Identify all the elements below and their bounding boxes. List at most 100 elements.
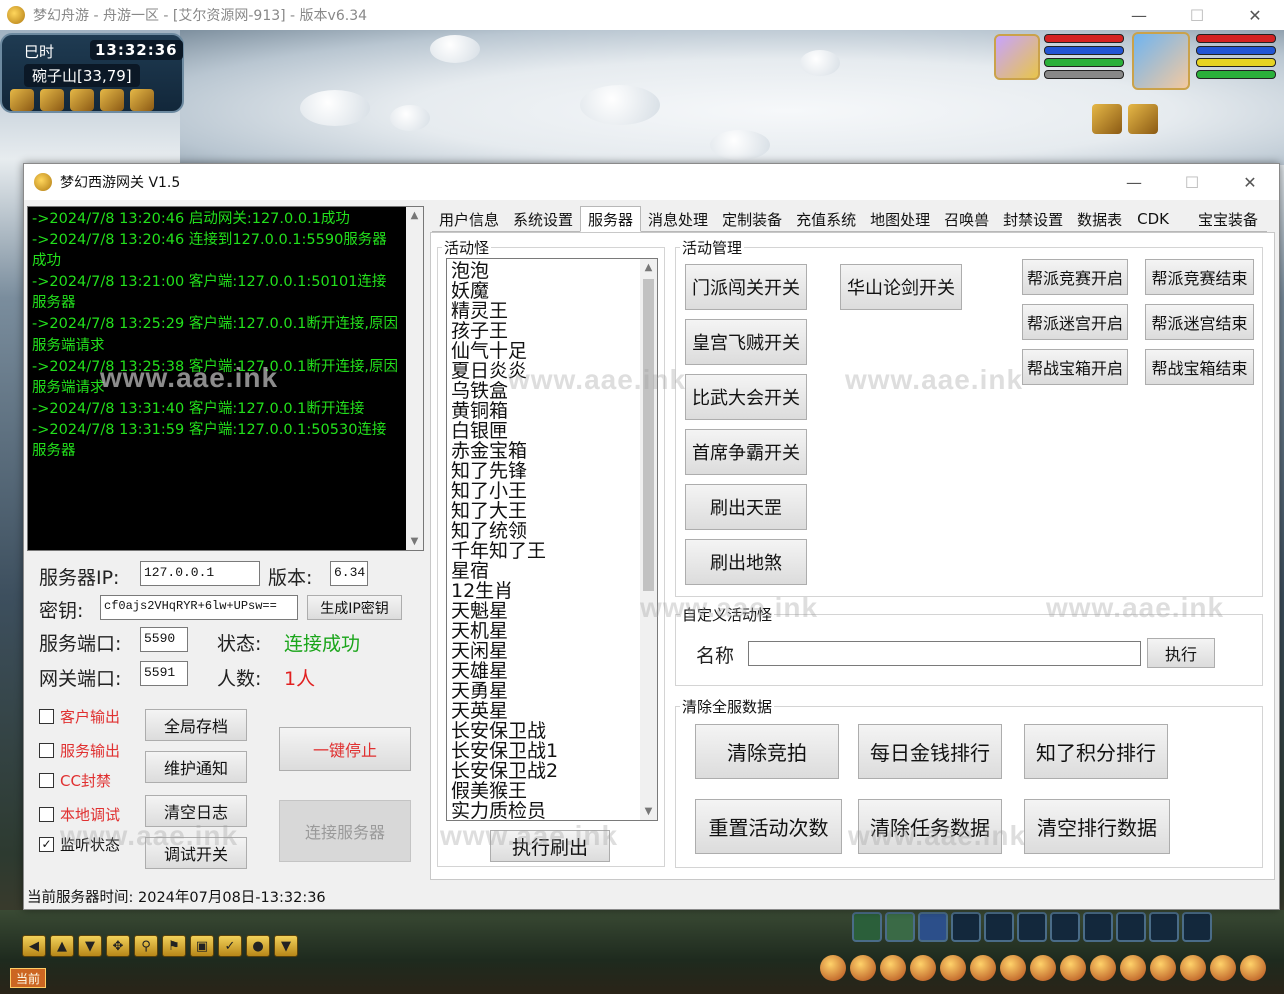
skill-slot[interactable]	[918, 912, 948, 942]
skill-slot[interactable]	[885, 912, 915, 942]
key-input[interactable]: cf0ajs2VHqRYR+6lw+UPsw==	[100, 595, 298, 620]
close-icon[interactable]: ✕	[1226, 0, 1284, 30]
item-icon[interactable]	[820, 955, 846, 981]
execute-refresh-button[interactable]: 执行刷出	[490, 830, 610, 862]
chat-channel[interactable]: 当前	[10, 968, 46, 988]
up-arrow-icon[interactable]: ▲	[50, 935, 74, 957]
minimize-icon[interactable]: —	[1105, 164, 1163, 200]
guild-maze-start-button[interactable]: 帮派迷宫开启	[1022, 304, 1128, 340]
skill-slot[interactable]	[1017, 912, 1047, 942]
list-item[interactable]: 妖魔	[451, 281, 558, 301]
item-icon[interactable]	[1120, 955, 1146, 981]
list-item[interactable]: 乌铁盒	[451, 381, 558, 401]
debug-toggle-button[interactable]: 调试开关	[145, 837, 247, 869]
tab-ban-settings[interactable]: 封禁设置	[996, 206, 1070, 232]
guild-race-end-button[interactable]: 帮派竞赛结束	[1145, 259, 1254, 295]
skill-slot[interactable]	[1083, 912, 1113, 942]
monster-listbox[interactable]: 泡泡 妖魔 精灵王 孩子王 仙气十足 夏日炎炎 乌铁盒 黄铜箱 白银匣 赤金宝箱…	[446, 258, 658, 821]
local-debug-checkbox[interactable]: 本地调试	[39, 804, 120, 825]
stop-all-button[interactable]: 一键停止	[279, 727, 411, 771]
calendar-icon[interactable]	[130, 89, 154, 111]
list-item[interactable]: 知了小王	[451, 481, 558, 501]
custom-monster-name-input[interactable]	[748, 641, 1141, 666]
listen-status-checkbox[interactable]: ✓ 监听状态	[39, 834, 120, 855]
move-icon[interactable]: ✥	[106, 935, 130, 957]
skill-slot[interactable]	[1182, 912, 1212, 942]
zhiliao-points-rank-button[interactable]: 知了积分排行	[1024, 724, 1168, 779]
left-arrow-icon[interactable]: ◀	[22, 935, 46, 957]
checkbox-box[interactable]	[39, 773, 54, 788]
scroll-thumb[interactable]	[643, 279, 654, 591]
list-item[interactable]: 孩子王	[451, 321, 558, 341]
list-item[interactable]: 泡泡	[451, 261, 558, 281]
version-input[interactable]: 6.34	[330, 561, 368, 586]
pet-portrait[interactable]	[994, 34, 1040, 80]
item-icon[interactable]	[1150, 955, 1176, 981]
list-item[interactable]: 12生肖	[451, 581, 558, 601]
list-item[interactable]: 星宿	[451, 561, 558, 581]
guild-chest-start-button[interactable]: 帮战宝箱开启	[1022, 349, 1128, 385]
guild-maze-end-button[interactable]: 帮派迷宫结束	[1145, 304, 1254, 340]
checkbox-box[interactable]	[39, 807, 54, 822]
item-icon[interactable]	[880, 955, 906, 981]
book-icon[interactable]	[40, 89, 64, 111]
scroll-up-icon[interactable]: ▲	[406, 207, 423, 224]
list-item[interactable]: 知了统领	[451, 521, 558, 541]
clear-rank-data-button[interactable]: 清空排行数据	[1024, 799, 1170, 854]
item-icon[interactable]	[1060, 955, 1086, 981]
maintenance-notice-button[interactable]: 维护通知	[145, 751, 247, 783]
skill-slot[interactable]	[852, 912, 882, 942]
monster-list-scrollbar[interactable]: ▲ ▼	[640, 259, 657, 820]
scroll-up-icon[interactable]: ▲	[640, 259, 657, 276]
tab-cdk[interactable]: CDK	[1129, 206, 1191, 232]
compass-icon[interactable]	[70, 89, 94, 111]
world-map-icon[interactable]	[10, 89, 34, 111]
item-icon[interactable]	[940, 955, 966, 981]
item-icon[interactable]	[1240, 955, 1266, 981]
list-item[interactable]: 天勇星	[451, 681, 558, 701]
guild-chest-end-button[interactable]: 帮战宝箱结束	[1145, 349, 1254, 385]
server-port-input[interactable]: 5590	[140, 627, 188, 652]
skill-slot[interactable]	[1116, 912, 1146, 942]
list-item[interactable]: 天英星	[451, 701, 558, 721]
item-icon[interactable]	[910, 955, 936, 981]
search-icon[interactable]: ⚲	[134, 935, 158, 957]
log-scrollbar[interactable]: ▲ ▼	[406, 207, 423, 550]
check-icon[interactable]: ✓	[218, 935, 242, 957]
list-item[interactable]: 长安保卫战1	[451, 741, 558, 761]
tab-custom-equipment[interactable]: 定制装备	[715, 206, 789, 232]
list-item[interactable]: 知了大王	[451, 501, 558, 521]
list-item[interactable]: 知了先锋	[451, 461, 558, 481]
chief-contest-toggle-button[interactable]: 首席争霸开关	[685, 429, 807, 475]
item-icon[interactable]	[1090, 955, 1116, 981]
log-console[interactable]: ->2024/7/8 13:20:46 启动网关:127.0.0.1成功 ->2…	[27, 206, 424, 551]
guild-race-start-button[interactable]: 帮派竞赛开启	[1022, 259, 1128, 295]
sect-challenge-toggle-button[interactable]: 门派闯关开关	[685, 264, 807, 310]
down-arrow-icon[interactable]: ▼	[78, 935, 102, 957]
item-icon[interactable]	[850, 955, 876, 981]
list-item[interactable]: 实力质检员	[451, 801, 558, 820]
scroll-down-icon[interactable]: ▼	[406, 533, 423, 550]
server-output-checkbox[interactable]: 服务输出	[39, 740, 120, 761]
list-item[interactable]: 天雄星	[451, 661, 558, 681]
flag-icon[interactable]: ⚑	[162, 935, 186, 957]
cc-ban-checkbox[interactable]: CC封禁	[39, 770, 111, 791]
list-item[interactable]: 仙气十足	[451, 341, 558, 361]
spawn-tiangang-button[interactable]: 刷出天罡	[685, 484, 807, 530]
list-item[interactable]: 天机星	[451, 621, 558, 641]
item-icon[interactable]	[1180, 955, 1206, 981]
list-item[interactable]: 假美猴王	[451, 781, 558, 801]
palace-thief-toggle-button[interactable]: 皇宫飞贼开关	[685, 319, 807, 365]
list-item[interactable]: 长安保卫战	[451, 721, 558, 741]
lock-icon[interactable]: ▣	[190, 935, 214, 957]
daily-money-rank-button[interactable]: 每日金钱排行	[858, 724, 1002, 779]
clear-auction-button[interactable]: 清除竞拍	[695, 724, 839, 779]
checkbox-box[interactable]	[39, 743, 54, 758]
player-portrait[interactable]	[1132, 32, 1190, 90]
item-icon[interactable]	[970, 955, 996, 981]
tab-system-settings[interactable]: 系统设置	[506, 206, 580, 232]
huashan-toggle-button[interactable]: 华山论剑开关	[840, 264, 962, 310]
item-icon[interactable]	[1000, 955, 1026, 981]
close-icon[interactable]: ✕	[1221, 164, 1279, 200]
generate-key-button[interactable]: 生成IP密钥	[307, 595, 402, 620]
